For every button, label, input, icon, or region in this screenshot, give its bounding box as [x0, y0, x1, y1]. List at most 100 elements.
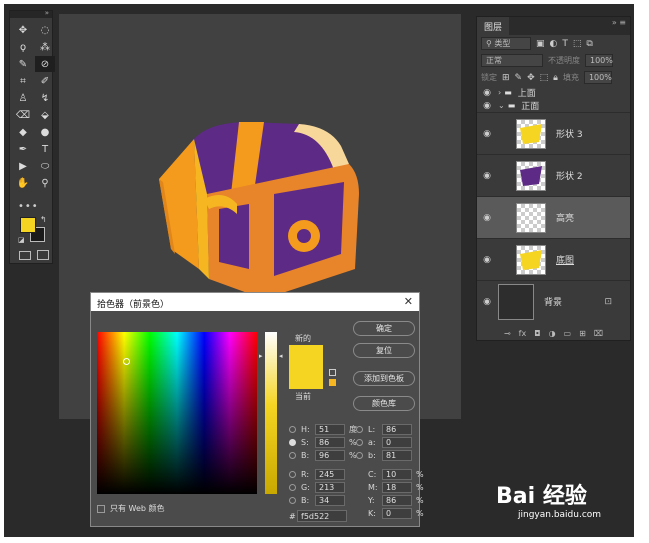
visibility-eye-icon[interactable]: ◉: [480, 101, 494, 111]
reset-button[interactable]: 复位: [353, 343, 415, 358]
screen-mode-icon[interactable]: [37, 250, 49, 260]
eyedropper-tool-icon[interactable]: ⊘: [35, 56, 55, 72]
web-colors-option[interactable]: 只有 Web 颜色: [97, 503, 165, 514]
ok-button[interactable]: 确定: [353, 321, 415, 336]
stamp-tool-icon[interactable]: ♙: [13, 90, 33, 106]
mode-radio[interactable]: [356, 425, 363, 433]
mode-radio[interactable]: [289, 496, 296, 504]
lock-all-icon[interactable]: 🔒︎: [553, 73, 558, 83]
layer-row[interactable]: ◉ 高亮: [477, 196, 630, 238]
lock-artboard-icon[interactable]: ⬚: [540, 73, 549, 83]
mode-radio[interactable]: [289, 483, 296, 491]
filter-smart-icon[interactable]: ⧉: [586, 39, 592, 49]
filter-adjust-icon[interactable]: ◐: [550, 39, 558, 49]
hex-input[interactable]: f5d522: [297, 510, 347, 522]
tools-panel-header[interactable]: »: [10, 9, 52, 18]
value-input[interactable]: 10: [382, 468, 412, 480]
filter-pixel-icon[interactable]: ▣: [536, 39, 545, 49]
eraser-tool-icon[interactable]: ⌫: [13, 107, 33, 123]
visibility-eye-icon[interactable]: ◉: [480, 171, 494, 181]
shape-tool-icon[interactable]: ⬭: [35, 158, 55, 174]
web-colors-checkbox[interactable]: [97, 504, 105, 513]
add-to-swatches-button[interactable]: 添加到色板: [353, 371, 415, 386]
value-input[interactable]: 86: [382, 423, 412, 435]
link-icon[interactable]: ⊸: [504, 329, 511, 338]
lasso-tool-icon[interactable]: ϙ: [13, 39, 33, 55]
value-input[interactable]: 213: [315, 481, 345, 493]
color-field-cursor[interactable]: [123, 358, 130, 365]
web-safe-swatch[interactable]: [329, 379, 336, 386]
value-input[interactable]: 245: [315, 468, 345, 480]
bucket-tool-icon[interactable]: ⬙: [35, 107, 55, 123]
value-input[interactable]: 0: [382, 436, 412, 448]
value-input[interactable]: 0: [382, 507, 412, 519]
move-tool-icon[interactable]: ✥: [13, 22, 33, 38]
visibility-eye-icon[interactable]: ◉: [480, 129, 494, 139]
path-select-tool-icon[interactable]: ▶: [13, 158, 33, 174]
chevron-down-icon[interactable]: ⌄: [498, 101, 505, 110]
default-colors-icon[interactable]: ◪: [18, 236, 25, 244]
hand-tool-icon[interactable]: ✋: [13, 175, 33, 191]
folder-icon[interactable]: ▭: [564, 329, 572, 338]
layer-kind-filter[interactable]: ⚲ 类型: [481, 37, 531, 50]
marquee-tool-icon[interactable]: ◌: [35, 22, 55, 38]
brush-tool-icon[interactable]: ✎: [13, 56, 33, 72]
lock-image-icon[interactable]: ✎: [515, 73, 523, 83]
collapse-icon[interactable]: »: [45, 9, 49, 17]
zoom-tool-icon[interactable]: ⚲: [35, 175, 55, 191]
layer-group[interactable]: ◉ ⌄ ▬ 正面: [477, 99, 630, 113]
pen-tool-icon[interactable]: ✒: [13, 141, 33, 157]
blur-tool-icon[interactable]: ◆: [13, 124, 33, 140]
chevron-right-icon[interactable]: ›: [498, 88, 501, 97]
mode-radio[interactable]: [289, 425, 296, 433]
value-input[interactable]: 96: [315, 449, 345, 461]
history-brush-tool-icon[interactable]: ↯: [35, 90, 55, 106]
value-input[interactable]: 81: [382, 449, 412, 461]
fx-icon[interactable]: fx: [519, 329, 527, 338]
mode-radio[interactable]: [356, 438, 363, 446]
opacity-field[interactable]: 100%: [585, 54, 613, 67]
layer-row[interactable]: ◉ 底图: [477, 238, 630, 280]
panel-menu-icon[interactable]: » ≡: [612, 18, 626, 27]
value-input[interactable]: 18: [382, 481, 412, 493]
more-tools-icon[interactable]: •••: [18, 201, 39, 212]
color-field[interactable]: [97, 332, 257, 494]
layer-group[interactable]: ◉ › ▬ 上面: [477, 86, 630, 100]
value-input[interactable]: 51: [315, 423, 345, 435]
value-input[interactable]: 34: [315, 494, 345, 506]
tab-layers[interactable]: 图层: [477, 17, 510, 35]
out-of-gamut-cube-icon[interactable]: [329, 369, 336, 376]
mask-icon[interactable]: ◘: [534, 329, 540, 338]
visibility-eye-icon[interactable]: ◉: [480, 255, 494, 265]
healing-tool-icon[interactable]: ✐: [35, 73, 55, 89]
mode-radio[interactable]: [289, 451, 296, 459]
lock-transparent-icon[interactable]: ⊞: [502, 73, 510, 83]
dodge-tool-icon[interactable]: ●: [35, 124, 55, 140]
filter-type-icon[interactable]: T: [562, 39, 568, 49]
color-slider[interactable]: [265, 332, 277, 494]
visibility-eye-icon[interactable]: ◉: [480, 297, 494, 307]
adjustment-icon[interactable]: ◑: [549, 329, 556, 338]
value-input[interactable]: 86: [315, 436, 345, 448]
visibility-eye-icon[interactable]: ◉: [480, 213, 494, 223]
fill-field[interactable]: 100%: [583, 71, 612, 84]
mode-radio[interactable]: [356, 451, 363, 459]
lock-position-icon[interactable]: ✥: [527, 73, 535, 83]
color-libraries-button[interactable]: 颜色库: [353, 396, 415, 411]
blend-mode-select[interactable]: 正常: [481, 54, 543, 67]
layer-row[interactable]: ◉ 背景 ⊡: [477, 280, 630, 322]
foreground-color-swatch[interactable]: [20, 217, 36, 233]
value-input[interactable]: 86: [382, 494, 412, 506]
mode-radio[interactable]: [289, 470, 296, 478]
magic-wand-tool-icon[interactable]: ⁂: [35, 39, 55, 55]
quick-mask-icon[interactable]: [19, 251, 31, 260]
layer-row[interactable]: ◉ 形状 3: [477, 112, 630, 154]
close-icon[interactable]: ✕: [404, 295, 413, 308]
type-tool-icon[interactable]: T: [35, 141, 55, 157]
visibility-eye-icon[interactable]: ◉: [480, 88, 494, 98]
layer-row[interactable]: ◉ 形状 2: [477, 154, 630, 196]
crop-tool-icon[interactable]: ⌗: [13, 73, 33, 89]
swap-colors-icon[interactable]: ↰: [40, 215, 47, 224]
trash-icon[interactable]: ⌧: [594, 329, 603, 338]
mode-radio[interactable]: [289, 438, 296, 446]
